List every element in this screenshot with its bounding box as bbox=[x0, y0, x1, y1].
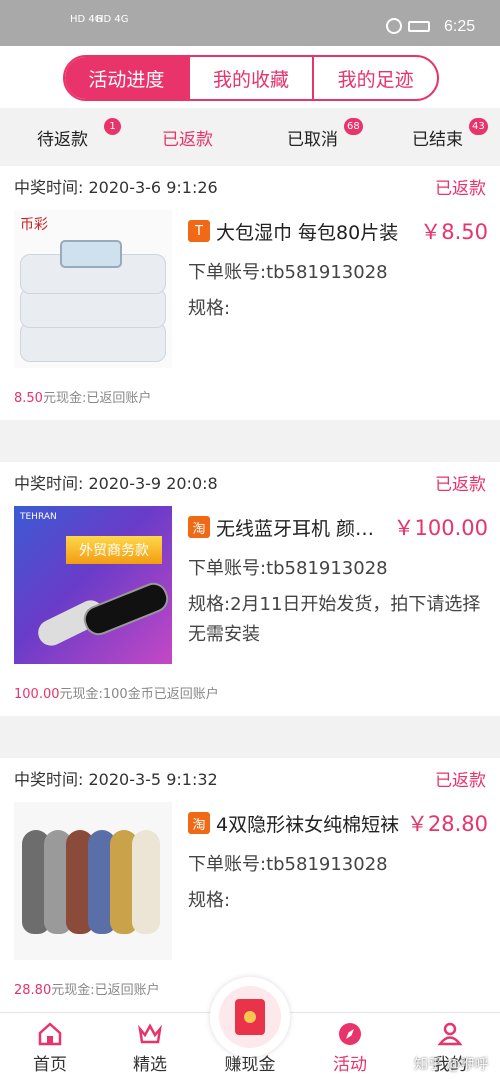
cash-amount: 28.80 bbox=[14, 983, 52, 998]
status-bar: HD 4G HD 4G 6:25 bbox=[0, 0, 500, 46]
signal-icon-2: HD 4G bbox=[96, 14, 129, 25]
order-card[interactable]: 中奖时间: 2020-3-6 9:1:26 已返款 币彩 T 大包湿巾 每包80… bbox=[0, 166, 500, 420]
product-thumbnail[interactable]: TEHRAN 外贸商务款 bbox=[14, 506, 172, 664]
nav-label: 首页 bbox=[33, 1055, 67, 1075]
status-tab-bar: 待返款 1 已返款 已取消 68 已结束 43 bbox=[0, 110, 500, 164]
nav-earn-cash[interactable]: 赚现金 bbox=[200, 977, 300, 1083]
win-time: 中奖时间: 2020-3-5 9:1:32 bbox=[14, 770, 218, 789]
taobao-icon: 淘 bbox=[188, 812, 210, 834]
status-label: 已返款 bbox=[435, 179, 486, 199]
product-spec: 规格: bbox=[188, 298, 231, 319]
win-time: 中奖时间: 2020-3-9 20:0:8 bbox=[14, 474, 218, 493]
segment-my-favorites[interactable]: 我的收藏 bbox=[190, 57, 315, 99]
status-label: 已返款 bbox=[435, 475, 486, 495]
tmall-icon: T bbox=[188, 220, 210, 242]
cash-note: 28.80元现金:已返回账户 bbox=[14, 979, 160, 998]
tab-label: 待返款 bbox=[37, 129, 88, 150]
nav-label: 活动 bbox=[333, 1055, 367, 1075]
alarm-icon bbox=[386, 18, 402, 34]
cash-text: 元现金:100金币已返回账户 bbox=[59, 687, 219, 702]
person-icon bbox=[437, 1022, 463, 1046]
compass-icon bbox=[339, 1023, 361, 1045]
nav-featured[interactable]: 精选 bbox=[100, 1013, 200, 1083]
cash-amount: 100.00 bbox=[14, 687, 60, 702]
product-thumbnail[interactable]: 币彩 bbox=[14, 210, 172, 368]
nav-home[interactable]: 首页 bbox=[0, 1013, 100, 1083]
status-label: 已返款 bbox=[435, 771, 486, 791]
product-price: ￥100.00 bbox=[393, 516, 488, 540]
watermark: 知乎 @咿呼 bbox=[414, 1057, 489, 1073]
thumbnail-logo: TEHRAN bbox=[20, 512, 57, 522]
count-badge: 1 bbox=[104, 118, 121, 135]
thumbnail-brand: 币彩 bbox=[20, 217, 48, 233]
segment-activity-progress[interactable]: 活动进度 bbox=[65, 57, 190, 99]
product-spec: 规格:2月11日开始发货，拍下请选择无需安装 bbox=[188, 594, 481, 645]
segment-my-footprints[interactable]: 我的足迹 bbox=[314, 57, 437, 99]
clock: 6:25 bbox=[444, 18, 476, 35]
sock-cream bbox=[132, 830, 160, 934]
tab-pending-refund[interactable]: 待返款 1 bbox=[0, 110, 125, 164]
cash-text: 元现金:已返回账户 bbox=[51, 983, 160, 998]
product-price: ￥8.50 bbox=[420, 220, 488, 244]
earn-cash-bubble bbox=[210, 977, 290, 1057]
taobao-icon: 淘 bbox=[188, 516, 210, 538]
tab-label: 已返款 bbox=[162, 129, 213, 150]
order-account: 下单账号:tb581913028 bbox=[188, 558, 388, 579]
earn-cash-inner bbox=[219, 986, 281, 1048]
segment-control: 活动进度 我的收藏 我的足迹 bbox=[63, 55, 439, 101]
product-title[interactable]: 4双隐形袜女纯棉短袜 bbox=[216, 810, 403, 837]
battery-icon bbox=[408, 21, 430, 32]
order-card[interactable]: 中奖时间: 2020-3-5 9:1:32 已返款 淘 4双隐形袜女纯棉短袜 ￥… bbox=[0, 758, 500, 1012]
product-title[interactable]: 大包湿巾 每包80片装 bbox=[216, 218, 416, 245]
order-card[interactable]: 中奖时间: 2020-3-9 20:0:8 已返款 TEHRAN 外贸商务款 淘… bbox=[0, 462, 500, 716]
tab-cancelled[interactable]: 已取消 68 bbox=[250, 110, 375, 164]
product-thumbnail[interactable] bbox=[14, 802, 172, 960]
title-row: 淘 无线蓝牙耳机 颜色随机 ￥100.00 bbox=[188, 512, 488, 542]
top-segment-bar: 活动进度 我的收藏 我的足迹 bbox=[0, 46, 500, 108]
nav-activity[interactable]: 活动 bbox=[300, 1013, 400, 1083]
crown-icon bbox=[138, 1023, 162, 1044]
cash-text: 元现金:已返回账户 bbox=[42, 391, 152, 406]
product-spec: 规格: bbox=[188, 890, 231, 911]
order-account: 下单账号:tb581913028 bbox=[188, 854, 388, 875]
count-badge: 68 bbox=[344, 118, 363, 135]
cash-note: 8.50元现金:已返回账户 bbox=[14, 387, 151, 406]
tab-refunded[interactable]: 已返款 bbox=[125, 110, 250, 164]
red-packet-icon bbox=[235, 999, 265, 1035]
cash-amount: 8.50 bbox=[14, 391, 43, 406]
title-row: 淘 4双隐形袜女纯棉短袜 ￥28.80 bbox=[188, 808, 488, 838]
order-account: 下单账号:tb581913028 bbox=[188, 262, 388, 283]
wipes-pack bbox=[20, 322, 166, 362]
earphone-black bbox=[79, 578, 172, 640]
tab-ended[interactable]: 已结束 43 bbox=[375, 110, 500, 164]
cash-note: 100.00元现金:100金币已返回账户 bbox=[14, 683, 219, 702]
thumbnail-banner: 外贸商务款 bbox=[66, 536, 162, 564]
product-price: ￥28.80 bbox=[406, 812, 488, 836]
title-row: T 大包湿巾 每包80片装 ￥8.50 bbox=[188, 216, 488, 246]
product-title[interactable]: 无线蓝牙耳机 颜色随机 bbox=[216, 514, 390, 541]
win-time: 中奖时间: 2020-3-6 9:1:26 bbox=[14, 178, 218, 197]
tab-label: 已取消 bbox=[287, 129, 338, 150]
tab-label: 已结束 bbox=[412, 129, 463, 150]
home-icon bbox=[38, 1022, 62, 1046]
nav-label: 精选 bbox=[133, 1055, 167, 1075]
wipes-pack bbox=[20, 288, 166, 328]
wipes-lid bbox=[60, 240, 122, 268]
count-badge: 43 bbox=[469, 118, 488, 135]
